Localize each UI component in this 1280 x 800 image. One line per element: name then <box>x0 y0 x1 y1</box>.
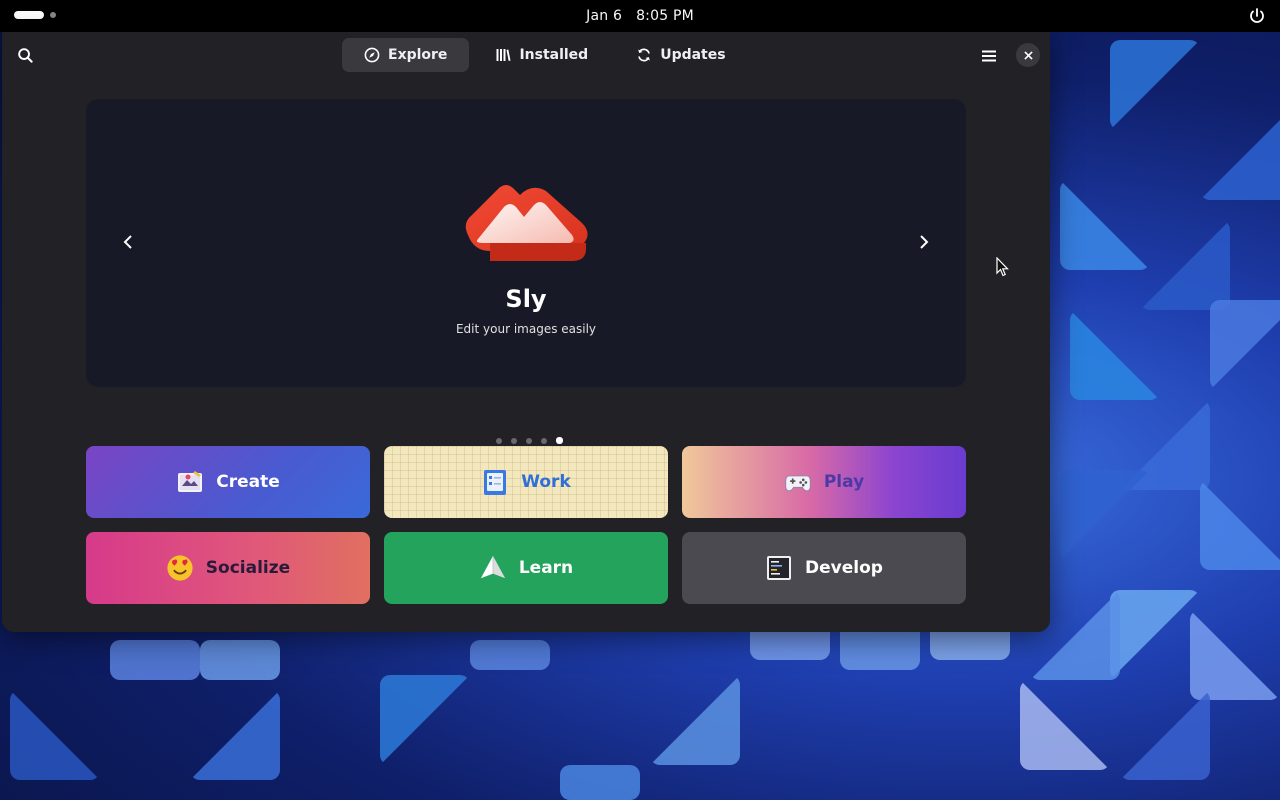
chevron-right-icon <box>920 235 929 249</box>
terminal-icon <box>765 554 793 582</box>
close-icon <box>1023 50 1033 60</box>
category-play-button[interactable]: Play <box>682 446 966 518</box>
search-button[interactable] <box>12 42 38 68</box>
activities-indicator[interactable] <box>14 11 56 19</box>
category-develop-button[interactable]: Develop <box>682 532 966 604</box>
category-socialize-button[interactable]: Socialize <box>86 532 370 604</box>
tab-updates-label: Updates <box>660 47 726 63</box>
mouse-cursor-icon <box>996 257 1009 277</box>
category-socialize-label: Socialize <box>205 558 291 578</box>
software-window: Explore Installed Updates Sly Edit your … <box>2 32 1050 632</box>
category-work-button[interactable]: Work <box>384 446 668 518</box>
main-menu-button[interactable] <box>976 43 1002 69</box>
category-create-button[interactable]: Create <box>86 446 370 518</box>
create-icon <box>176 468 204 496</box>
workspace-dot <box>50 12 56 18</box>
library-icon <box>496 49 511 61</box>
clock-date: Jan 6 <box>586 8 623 24</box>
featured-app-description: Edit your images easily <box>455 322 597 336</box>
top-bar: Jan 6 8:05 PM <box>0 0 1280 32</box>
chevron-left-icon <box>123 235 132 249</box>
carousel-dot-active[interactable] <box>556 437 563 444</box>
tab-explore[interactable]: Explore <box>342 38 470 72</box>
clock[interactable]: Jan 6 8:05 PM <box>586 8 694 24</box>
clipboard-icon <box>481 468 509 496</box>
search-icon <box>17 47 33 63</box>
carousel-dot[interactable] <box>496 437 502 444</box>
workspace-active-pill <box>14 11 44 19</box>
gamepad-icon <box>784 468 812 496</box>
carousel-dot[interactable] <box>541 437 547 444</box>
category-learn-label: Learn <box>518 558 574 578</box>
category-play-label: Play <box>823 472 865 492</box>
tab-updates[interactable]: Updates <box>614 38 747 72</box>
category-learn-button[interactable]: Learn <box>384 532 668 604</box>
smiley-icon <box>166 554 194 582</box>
sly-app-icon[interactable] <box>460 177 592 267</box>
featured-carousel[interactable]: Sly Edit your images easily <box>86 99 1009 387</box>
close-button[interactable] <box>1016 43 1040 67</box>
tab-installed-label: Installed <box>519 47 589 63</box>
clock-time: 8:05 PM <box>636 8 694 24</box>
category-develop-label: Develop <box>805 558 883 578</box>
category-create-label: Create <box>216 472 280 492</box>
featured-app-name: Sly <box>505 285 547 313</box>
tab-explore-label: Explore <box>388 47 448 63</box>
paper-plane-icon <box>479 554 507 582</box>
carousel-dot[interactable] <box>511 437 517 444</box>
tab-installed[interactable]: Installed <box>473 38 610 72</box>
carousel-page-indicator <box>496 437 563 444</box>
header-bar: Explore Installed Updates <box>2 32 1050 78</box>
power-icon[interactable] <box>1248 7 1266 25</box>
refresh-icon <box>638 48 651 62</box>
carousel-dot[interactable] <box>526 437 532 444</box>
carousel-previous-button[interactable] <box>113 227 143 257</box>
view-switcher: Explore Installed Updates <box>342 38 748 72</box>
compass-icon <box>364 47 380 63</box>
carousel-next-button[interactable] <box>909 227 939 257</box>
category-work-label: Work <box>521 472 571 492</box>
hamburger-icon <box>982 50 996 62</box>
